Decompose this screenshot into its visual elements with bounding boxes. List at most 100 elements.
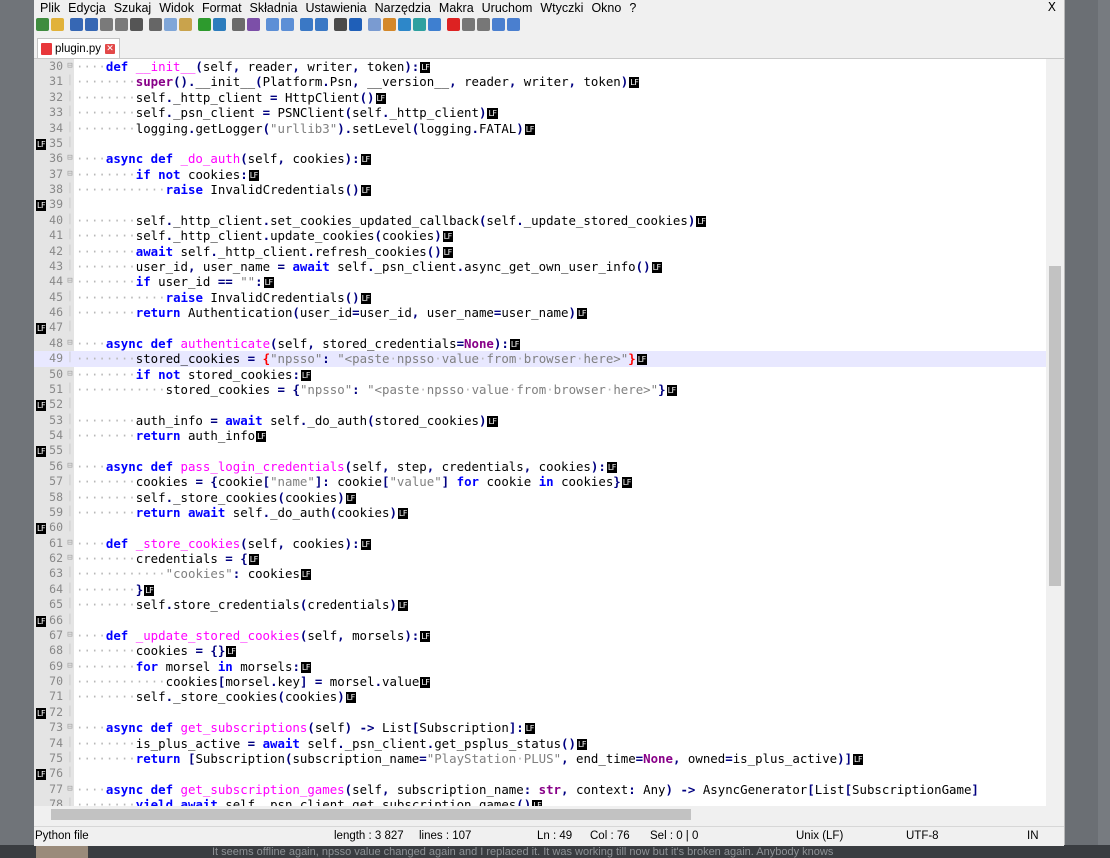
run-macro-icon[interactable] — [492, 17, 505, 31]
fold-toggle-icon[interactable]: ⊟ — [66, 720, 74, 735]
open-file-icon[interactable] — [51, 17, 64, 31]
code-line[interactable]: 53 │ ········auth_info = await self._do_au… — [34, 413, 1046, 428]
menu-edycja[interactable]: Edycja — [64, 1, 110, 15]
close-all-icon[interactable] — [115, 17, 128, 31]
fold-toggle-icon[interactable]: ⊟ — [66, 167, 74, 182]
doc-map-icon[interactable] — [398, 17, 411, 31]
code-line[interactable]: 69 ⊟ ········for morsel in morsels: LF — [34, 659, 1046, 674]
code-line[interactable]: 56 ⊟ ····async def pass_login_credentials(… — [34, 459, 1046, 474]
code-line[interactable]: 77 ⊟ ····async def get_subscription_games(… — [34, 782, 1046, 797]
close-document-button[interactable]: X — [1048, 0, 1056, 14]
code-line[interactable]: 63 │ ············"cookies": cookies LF — [34, 566, 1046, 581]
tab-close-icon[interactable]: ✕ — [105, 43, 116, 54]
code-line[interactable]: 32 │ ········self._http_client = HttpClien… — [34, 90, 1046, 105]
code-line[interactable]: 39 │ LF — [34, 197, 1046, 212]
code-line[interactable]: 62 ⊟ ········credentials = {LF — [34, 551, 1046, 566]
code-line[interactable]: 75 │ ········return [Subscription(subscrip… — [34, 751, 1046, 766]
code-line[interactable]: 73 ⊟ ····async def get_subscriptions(self)… — [34, 720, 1046, 735]
vertical-scrollbar[interactable] — [1046, 59, 1064, 806]
code-line[interactable]: 45 │ ············raise InvalidCredentials(… — [34, 290, 1046, 305]
fold-toggle-icon[interactable]: ⊟ — [66, 536, 74, 551]
fold-toggle-icon[interactable]: ⊟ — [66, 367, 74, 382]
undo-icon[interactable] — [198, 17, 211, 31]
code-line[interactable]: 50 ⊟ ········if not stored_cookies: LF — [34, 367, 1046, 382]
menu-makra[interactable]: Makra — [435, 1, 478, 15]
menu-wtyczki[interactable]: Wtyczki — [536, 1, 587, 15]
menu-ustawienia[interactable]: Ustawienia — [302, 1, 371, 15]
fold-toggle-icon[interactable]: ⊟ — [66, 459, 74, 474]
code-line[interactable]: 38 │ ············raise InvalidCredentials(… — [34, 182, 1046, 197]
code-line[interactable]: 34 │ ········logging.getLogger("urllib3").… — [34, 121, 1046, 136]
code-line[interactable]: 36 ⊟ ····async def _do_auth(self, cookies)… — [34, 151, 1046, 166]
code-line[interactable]: 67 ⊟ ····def _update_stored_cookies(self, … — [34, 628, 1046, 643]
code-line[interactable]: 72 │ LF — [34, 705, 1046, 720]
code-line[interactable]: 42 │ ········await self._http_client.refre… — [34, 244, 1046, 259]
code-line[interactable]: 51 │ ············stored_cookies = {"npsso"… — [34, 382, 1046, 397]
code-line[interactable]: 46 │ ········return Authentication(user_id… — [34, 305, 1046, 320]
sync-v-icon[interactable] — [300, 17, 313, 31]
fold-toggle-icon[interactable]: ⊟ — [66, 274, 74, 289]
udl-icon[interactable] — [383, 17, 396, 31]
cut-icon[interactable] — [149, 17, 162, 31]
fold-toggle-icon[interactable]: ⊟ — [66, 151, 74, 166]
code-line[interactable]: 52 │ LF — [34, 397, 1046, 412]
horizontal-scrollbar[interactable] — [34, 806, 1046, 823]
zoom-in-icon[interactable] — [266, 17, 279, 31]
func-list-icon[interactable] — [413, 17, 426, 31]
save-icon[interactable] — [70, 17, 83, 31]
indent-guide-icon[interactable] — [368, 17, 381, 31]
code-line[interactable]: 61 ⊟ ····def _store_cookies(self, cookies)… — [34, 536, 1046, 551]
menu-szukaj[interactable]: Szukaj — [110, 1, 156, 15]
code-line[interactable]: 60 │ LF — [34, 520, 1046, 535]
sync-h-icon[interactable] — [315, 17, 328, 31]
code-line[interactable]: 68 │ ········cookies = {} LF — [34, 643, 1046, 658]
all-chars-icon[interactable] — [349, 17, 362, 31]
horizontal-scroll-thumb[interactable] — [51, 809, 691, 820]
code-line[interactable]: 40 │ ········self._http_client.set_cookies… — [34, 213, 1046, 228]
code-line[interactable]: 49 │ ········stored_cookies = {"npsso": "<… — [34, 351, 1046, 367]
fold-toggle-icon[interactable]: ⊟ — [66, 782, 74, 797]
tab-plugin-py[interactable]: plugin.py ✕ — [37, 38, 121, 58]
save-all-icon[interactable] — [85, 17, 98, 31]
monitor-icon[interactable] — [428, 17, 441, 31]
stop-macro-icon[interactable] — [462, 17, 475, 31]
code-line[interactable]: 47 │ LF — [34, 320, 1046, 335]
paste-icon[interactable] — [179, 17, 192, 31]
code-line[interactable]: 43 │ ········user_id, user_name = await se… — [34, 259, 1046, 274]
record-macro-icon[interactable] — [447, 17, 460, 31]
code-line[interactable]: 41 │ ········self._http_client.update_cook… — [34, 228, 1046, 243]
copy-icon[interactable] — [164, 17, 177, 31]
play-macro-icon[interactable] — [477, 17, 490, 31]
new-file-icon[interactable] — [36, 17, 49, 31]
code-line[interactable]: 64 │ ········} LF — [34, 582, 1046, 597]
code-line[interactable]: 33 │ ········self._psn_client = PSNClient(… — [34, 105, 1046, 120]
code-line[interactable]: 71 │ ········self._store_cookies(cookies) L… — [34, 689, 1046, 704]
fold-toggle-icon[interactable]: ⊟ — [66, 659, 74, 674]
menu-widok[interactable]: Widok — [155, 1, 198, 15]
code-line[interactable]: 57 │ ········cookies = {cookie["name"]: co… — [34, 474, 1046, 489]
menu-okno[interactable]: Okno — [587, 1, 625, 15]
code-editor[interactable]: 30 ⊟ ····def __init__(self, reader, writer… — [34, 59, 1046, 806]
code-line[interactable]: 35 │ LF — [34, 136, 1046, 151]
find-icon[interactable] — [232, 17, 245, 31]
replace-icon[interactable] — [247, 17, 260, 31]
fold-toggle-icon[interactable]: ⊟ — [66, 336, 74, 351]
code-line[interactable]: 30 ⊟ ····def __init__(self, reader, writer… — [34, 59, 1046, 74]
code-line[interactable]: 66 │ LF — [34, 613, 1046, 628]
code-line[interactable]: 59 │ ········return await self._do_auth(co… — [34, 505, 1046, 520]
menu-format[interactable]: Format — [198, 1, 246, 15]
close-icon[interactable] — [100, 17, 113, 31]
print-icon[interactable] — [130, 17, 143, 31]
fold-toggle-icon[interactable]: ⊟ — [66, 551, 74, 566]
fold-toggle-icon[interactable]: ⊟ — [66, 59, 74, 74]
menu-narzędzia[interactable]: Narzędzia — [371, 1, 435, 15]
menu-plik[interactable]: Plik — [34, 1, 64, 15]
code-line[interactable]: 54 │ ········return auth_info LF — [34, 428, 1046, 443]
code-line[interactable]: 78 │ ········yield await self._psn_client.… — [34, 797, 1046, 806]
redo-icon[interactable] — [213, 17, 226, 31]
code-line[interactable]: 74 │ ········is_plus_active = await self._… — [34, 736, 1046, 751]
code-line[interactable]: 48 ⊟ ····async def authenticate(self, stor… — [34, 336, 1046, 351]
code-line[interactable]: 65 │ ········self.store_credentials(creden… — [34, 597, 1046, 612]
menu-uruchom[interactable]: Uruchom — [478, 1, 537, 15]
fold-toggle-icon[interactable]: ⊟ — [66, 628, 74, 643]
